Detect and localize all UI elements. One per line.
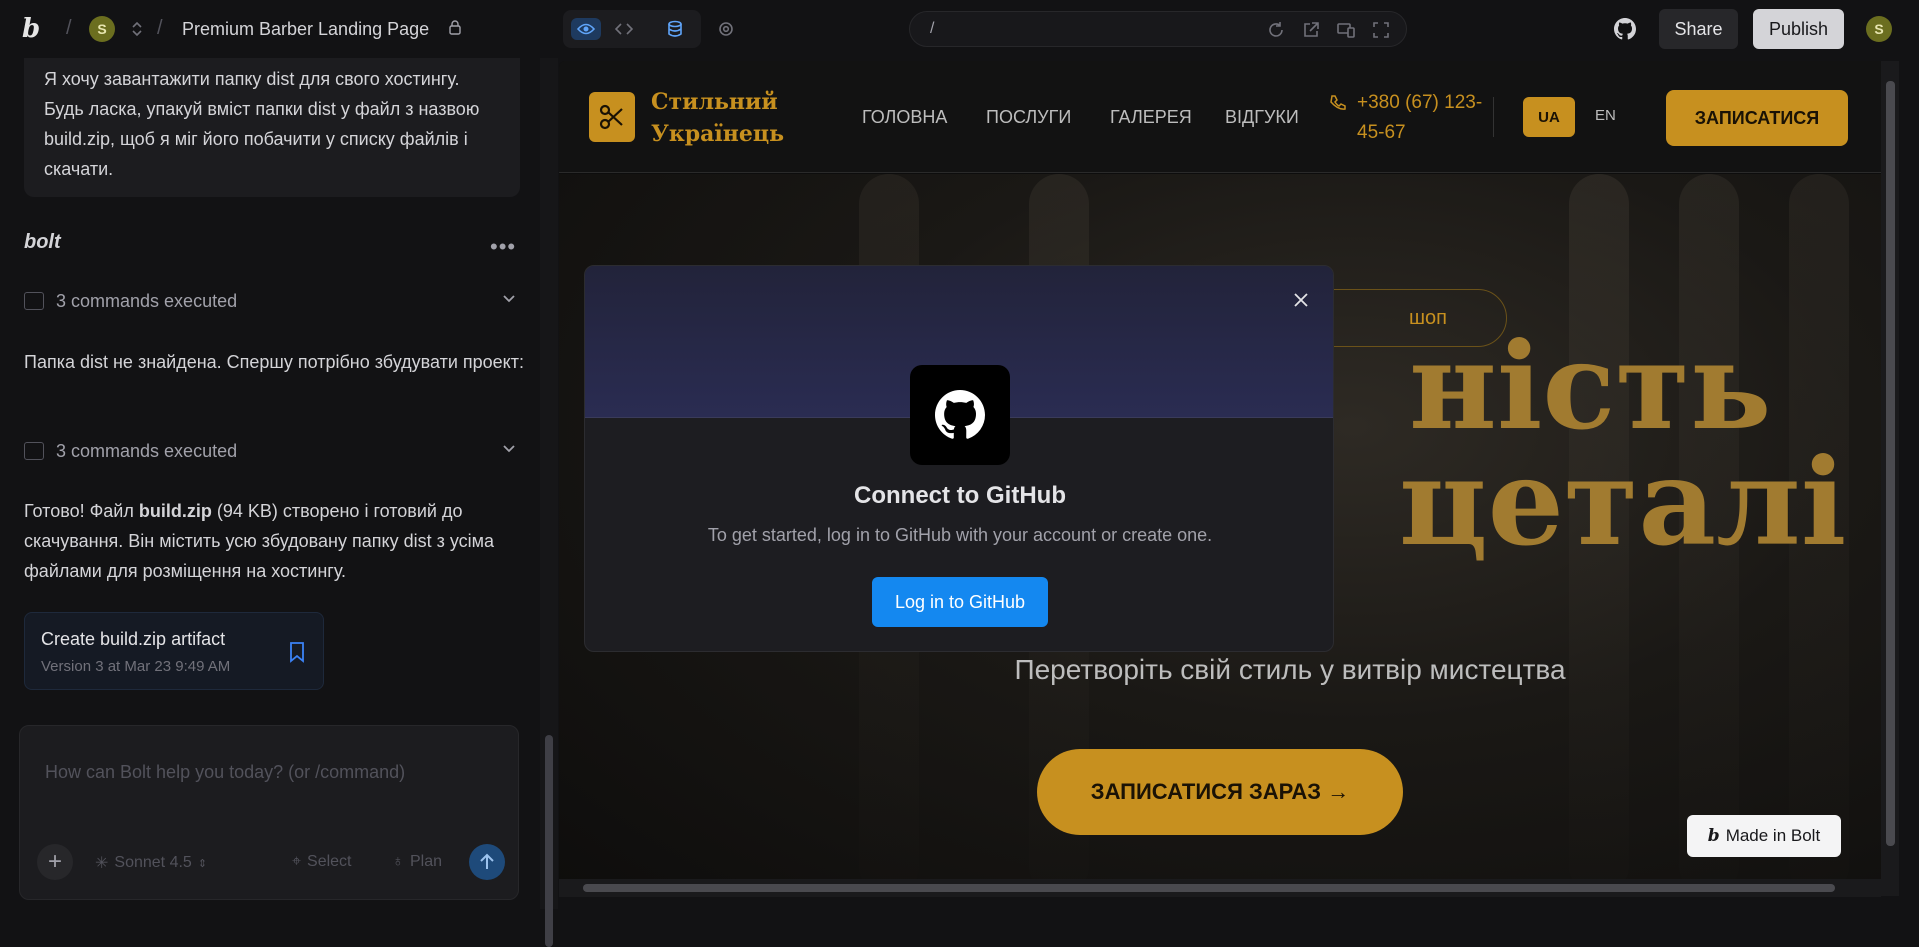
bookmark-icon[interactable] [289, 641, 305, 663]
select-button[interactable]: ⌖ Select [292, 853, 351, 871]
preview-horizontal-scrollbar[interactable] [559, 879, 1881, 897]
sparkle-icon: ✳ [95, 855, 109, 872]
assistant-message: Папка dist не знайдена. Спершу потрібно … [24, 352, 525, 372]
bolt-logo[interactable]: b [22, 14, 46, 44]
artifact-version: Version 3 at Mar 23 9:49 AM [41, 658, 231, 675]
separator: / [66, 17, 72, 39]
chat-input[interactable]: How can Bolt help you today? (or /comman… [45, 762, 405, 783]
url-bar[interactable]: / [909, 11, 1407, 47]
user-message: Я хочу завантажити папку dist для свого … [24, 58, 520, 197]
github-login-button[interactable]: Log in to GitHub [872, 577, 1048, 627]
file-name: build.zip [138, 501, 212, 521]
commands-label: 3 commands executed [56, 440, 238, 461]
artifact-card[interactable]: Create build.zip artifact Version 3 at M… [24, 612, 324, 690]
scrollbar-thumb[interactable] [1886, 81, 1895, 846]
view-toolbar [563, 10, 701, 48]
chat-scrollbar[interactable] [540, 58, 558, 947]
user-avatar[interactable]: S [1866, 16, 1892, 42]
cursor-icon: ⌖ [292, 853, 302, 870]
phone-number: 45-67 [1357, 122, 1406, 143]
project-avatar[interactable]: S [89, 16, 115, 42]
lang-en-button[interactable]: EN [1595, 107, 1616, 124]
terminal-icon [24, 292, 44, 310]
made-in-bolt-badge[interactable]: b Made in Bolt [1687, 815, 1841, 857]
chevron-down-icon[interactable] [502, 292, 516, 306]
nav-link-reviews[interactable]: ВІДГУКИ [1225, 107, 1299, 128]
hero-subtitle: Перетворіть свій стиль у витвір мистецтв… [1014, 654, 1566, 685]
phone-link[interactable]: +380 (67) 123- 45-67 [1329, 88, 1482, 148]
arrow-up-icon [480, 853, 494, 869]
add-attachment-button[interactable]: + [37, 844, 73, 880]
select-label: Select [307, 853, 352, 870]
more-options-icon[interactable]: ••• [490, 234, 516, 260]
github-icon [910, 365, 1010, 465]
nav-link-gallery[interactable]: ГАЛЕРЕЯ [1110, 107, 1192, 128]
book-now-button[interactable]: ЗАПИСАТИСЯ ЗАРАЗ → [1037, 749, 1403, 835]
commands-executed-toggle[interactable]: 3 commands executed [24, 436, 520, 466]
site-name[interactable]: Стильний Українець [651, 86, 784, 150]
url-text[interactable]: / [930, 20, 934, 38]
top-bar: b / S / Premium Barber Landing Page / Sh… [0, 0, 1919, 58]
model-label: Sonnet 4.5 [114, 854, 192, 871]
lock-icon [449, 20, 461, 35]
chevron-down-icon[interactable] [502, 442, 516, 456]
github-icon[interactable] [1614, 18, 1636, 40]
scissors-icon[interactable] [589, 92, 635, 142]
model-selector[interactable]: ✳ Sonnet 4.5 ⇕ [95, 853, 207, 873]
nav-link-home[interactable]: ГОЛОВНА [862, 107, 947, 128]
lightbulb-icon: ♁ [392, 853, 404, 870]
lang-ua-button[interactable]: UA [1523, 97, 1575, 137]
database-icon[interactable] [664, 18, 686, 40]
scrollbar-thumb[interactable] [545, 735, 553, 947]
scrollbar-thumb[interactable] [583, 884, 1835, 892]
assistant-message: Готово! Файл build.zip (94 KB) створено … [24, 496, 524, 586]
made-in-bolt-label: Made in Bolt [1725, 826, 1821, 845]
send-button[interactable] [469, 844, 505, 880]
chat-input-box[interactable]: How can Bolt help you today? (or /comman… [19, 725, 519, 900]
message-text: Готово! Файл [24, 501, 139, 521]
close-icon[interactable] [1292, 291, 1310, 309]
dialog-description: To get started, log in to GitHub with yo… [707, 525, 1213, 545]
dialog-title: Connect to GitHub [854, 482, 1066, 509]
share-button[interactable]: Share [1659, 9, 1738, 49]
chat-panel: Я хочу завантажити папку dist для свого … [0, 58, 540, 909]
refresh-icon[interactable] [1267, 21, 1285, 39]
terminal-icon [24, 442, 44, 460]
site-name-line: Українець [651, 121, 785, 147]
device-icon[interactable] [1337, 21, 1355, 39]
github-connect-dialog: Connect to GitHub To get started, log in… [584, 265, 1334, 652]
site-navbar: Стильний Українець ГОЛОВНА ПОСЛУГИ ГАЛЕР… [559, 61, 1881, 173]
plan-button[interactable]: ♁ Plan [392, 853, 442, 871]
assistant-name: bolt [24, 231, 61, 253]
site-name-line: Стильний [651, 89, 778, 115]
preview-eye-icon[interactable] [571, 18, 601, 40]
commands-executed-toggle[interactable]: 3 commands executed [24, 286, 520, 316]
project-title[interactable]: Premium Barber Landing Page [182, 19, 429, 40]
commands-label: 3 commands executed [56, 290, 238, 311]
code-icon[interactable] [613, 18, 635, 40]
divider [1493, 97, 1494, 137]
gear-icon[interactable] [715, 18, 737, 40]
phone-number: +380 (67) 123- [1357, 92, 1483, 113]
separator: / [157, 17, 163, 39]
chevron-updown-icon[interactable] [131, 21, 143, 37]
bolt-logo-icon: b [1707, 826, 1720, 846]
nav-link-services[interactable]: ПОСЛУГИ [986, 107, 1071, 128]
fullscreen-icon[interactable] [1372, 21, 1390, 39]
plan-label: Plan [410, 853, 443, 870]
preview-vertical-scrollbar[interactable] [1881, 61, 1899, 896]
artifact-title: Create build.zip artifact [41, 629, 226, 649]
book-button[interactable]: ЗАПИСАТИСЯ [1666, 90, 1848, 146]
publish-button[interactable]: Publish [1753, 9, 1844, 49]
external-link-icon[interactable] [1302, 21, 1320, 39]
chevron-updown-icon: ⇕ [197, 857, 208, 870]
phone-icon [1330, 95, 1346, 110]
